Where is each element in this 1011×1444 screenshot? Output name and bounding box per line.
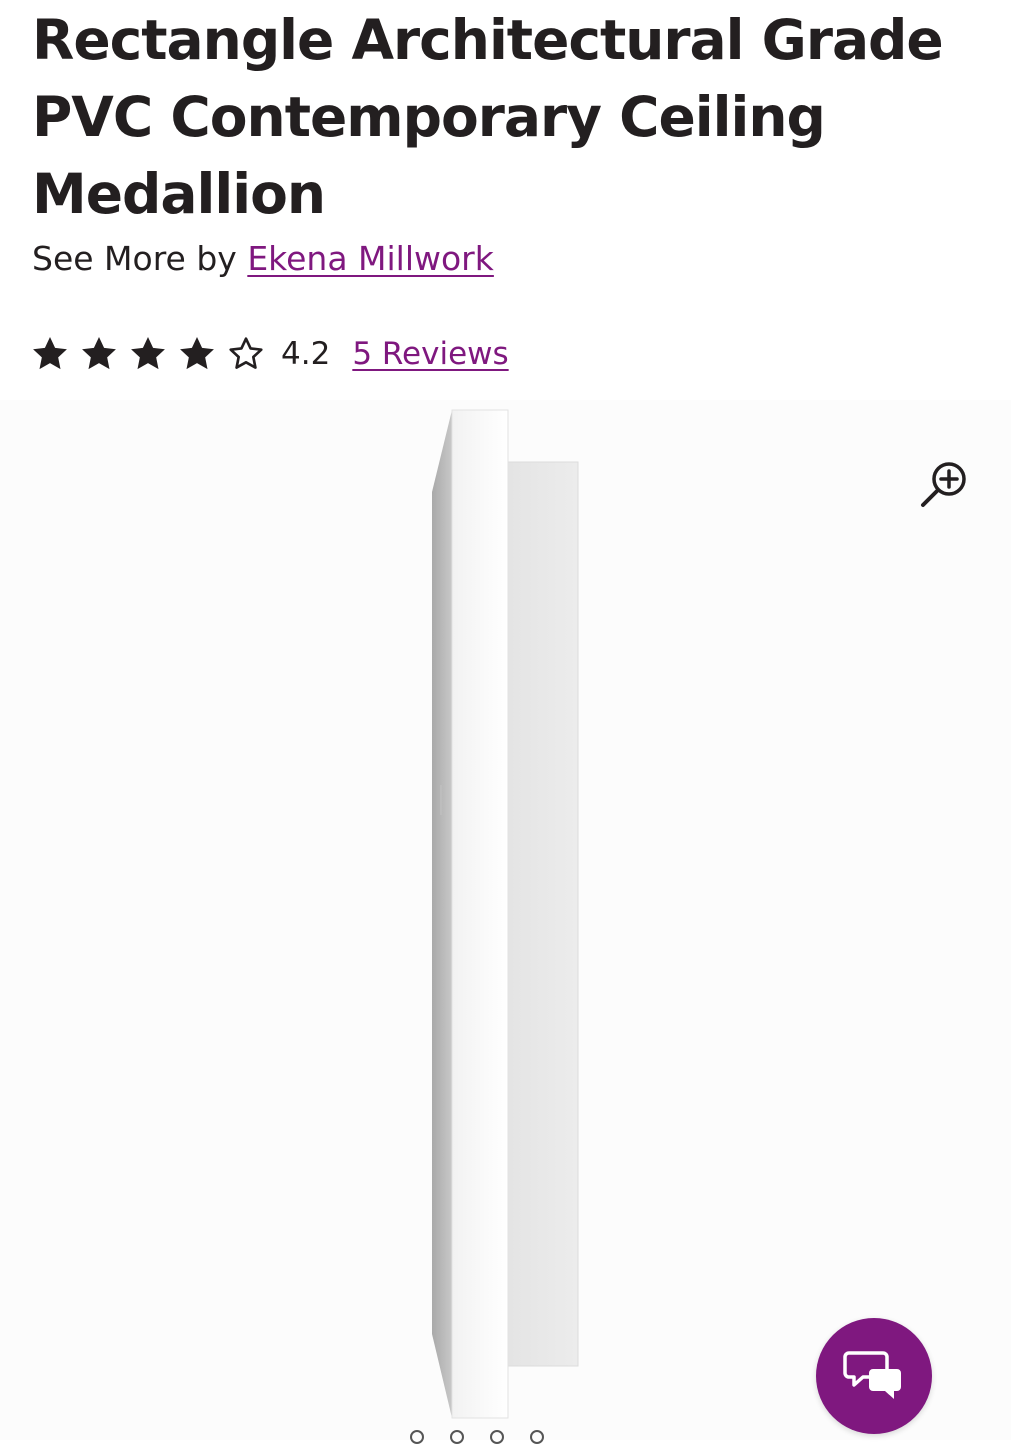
pagination-dot[interactable]	[530, 1430, 544, 1444]
chat-bubbles-icon	[843, 1351, 901, 1399]
pagination-dot[interactable]	[450, 1430, 464, 1444]
zoom-button[interactable]	[912, 455, 972, 515]
brand-link[interactable]: Ekena Millwork	[247, 239, 494, 278]
star-filled-icon	[33, 337, 67, 370]
reviews-link[interactable]: 5 Reviews	[352, 336, 508, 372]
product-image[interactable]	[0, 400, 1011, 1440]
pagination-dot[interactable]	[490, 1430, 504, 1444]
star-filled-icon	[82, 337, 116, 370]
see-more-prefix: See More by	[32, 239, 248, 278]
gallery-pagination	[410, 1430, 544, 1444]
chat-button[interactable]	[816, 1318, 932, 1434]
product-image-gallery[interactable]	[0, 400, 1011, 1440]
pagination-dot[interactable]	[410, 1430, 424, 1444]
zoom-in-icon	[921, 462, 966, 507]
product-title: Rectangle Architectural Grade PVC Contem…	[32, 8, 944, 226]
star-rating	[30, 334, 275, 374]
star-filled-icon	[180, 337, 214, 370]
star-empty-icon	[229, 337, 263, 369]
rating-row[interactable]: 4.2 5 Reviews	[30, 330, 509, 378]
star-filled-icon	[131, 337, 165, 370]
brand-line: See More by Ekena Millwork	[32, 236, 494, 282]
rating-value: 4.2	[281, 336, 331, 372]
